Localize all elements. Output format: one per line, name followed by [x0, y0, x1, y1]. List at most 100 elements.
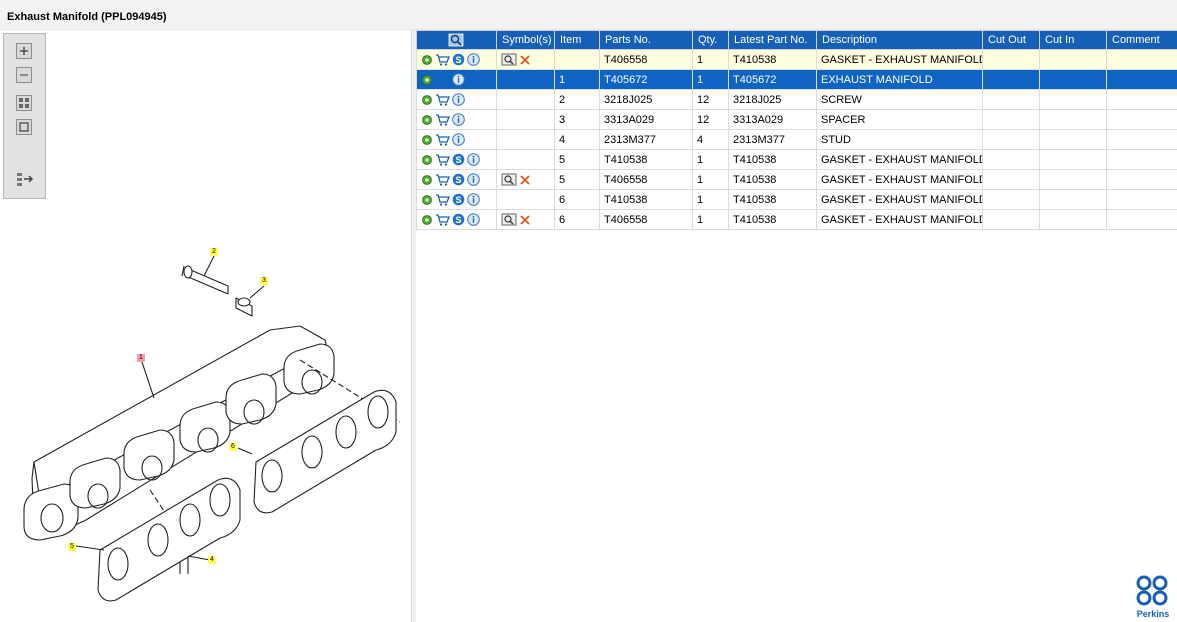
column-header-tools[interactable] [416, 30, 497, 50]
row-symbols [496, 89, 555, 110]
table-row[interactable]: 1 T405672 1 T405672 EXHAUST MANIFOLD [416, 69, 1177, 90]
info-icon[interactable] [452, 133, 465, 146]
gear-icon[interactable] [421, 114, 433, 126]
cart-icon[interactable] [435, 213, 450, 226]
table-row[interactable]: S 5 T406558 1 T410538 GASKET - EXHAUST MANIFO… [416, 169, 1177, 190]
gear-icon[interactable] [421, 94, 433, 106]
cell-item: 3 [554, 109, 600, 130]
cell-cut-in [1039, 69, 1107, 90]
row-symbols [496, 49, 555, 70]
supersession-icon[interactable]: S [452, 193, 465, 206]
cart-icon[interactable] [435, 133, 450, 146]
supersession-icon[interactable]: S [452, 173, 465, 186]
callout-5[interactable]: 5 [68, 543, 76, 551]
callout-1[interactable]: 1 [137, 354, 145, 362]
cart-icon[interactable] [435, 193, 450, 206]
info-icon[interactable] [467, 213, 480, 226]
callout-4[interactable]: 4 [208, 556, 216, 564]
callout-6[interactable]: 6 [229, 443, 237, 451]
window-title: Exhaust Manifold (PPL094945) [7, 11, 167, 23]
gear-icon[interactable] [421, 194, 433, 206]
cell-cut-in [1039, 189, 1107, 210]
row-tools [416, 69, 497, 90]
cell-qty: 1 [692, 189, 729, 210]
info-icon[interactable] [452, 113, 465, 126]
table-row[interactable]: S 6 T410538 1 T410538 GASKET - EXHAUST MANIFO… [416, 189, 1177, 210]
info-icon[interactable] [467, 153, 480, 166]
cell-qty: 1 [692, 209, 729, 230]
cell-qty: 12 [692, 89, 729, 110]
viewer-icon[interactable] [501, 213, 517, 226]
callout-3[interactable]: 3 [260, 277, 268, 285]
callout-2[interactable]: 2 [210, 248, 218, 256]
supersession-icon[interactable]: S [452, 213, 465, 226]
row-tools: S [416, 189, 497, 210]
viewer-icon[interactable] [501, 53, 517, 66]
gear-icon[interactable] [421, 54, 433, 66]
row-tools [416, 89, 497, 110]
cell-latest-part-no: T410538 [728, 149, 817, 170]
cell-description: GASKET - EXHAUST MANIFOLD [816, 169, 983, 190]
table-row[interactable]: S 5 T410538 1 T410538 GASKET - EXHAUST MANIFO… [416, 149, 1177, 170]
table-row[interactable]: 4 2313M377 4 2313M377 STUD [416, 129, 1177, 150]
cart-icon[interactable] [435, 73, 450, 86]
close-icon[interactable] [519, 54, 531, 66]
cell-part-no: T405672 [599, 69, 693, 90]
cell-cut-out [982, 109, 1040, 130]
gear-icon[interactable] [421, 154, 433, 166]
supersession-icon[interactable]: S [452, 53, 465, 66]
row-symbols [496, 109, 555, 130]
supersession-icon[interactable]: S [452, 153, 465, 166]
cell-cut-in [1039, 109, 1107, 130]
info-icon[interactable] [452, 73, 465, 86]
column-header-cut-in[interactable]: Cut In [1039, 30, 1107, 50]
cart-icon[interactable] [435, 53, 450, 66]
table-row[interactable]: S T406558 1 T410538 GASKET - EXHAUST MANIFOL… [416, 49, 1177, 70]
cell-latest-part-no: T410538 [728, 209, 817, 230]
gear-icon[interactable] [421, 174, 433, 186]
cell-cut-in [1039, 209, 1107, 230]
cart-icon[interactable] [435, 173, 450, 186]
info-icon[interactable] [467, 193, 480, 206]
row-tools: S [416, 49, 497, 70]
gear-icon[interactable] [421, 74, 433, 86]
close-icon[interactable] [519, 214, 531, 226]
gear-icon[interactable] [421, 134, 433, 146]
column-header-parts-no[interactable]: Parts No. [599, 30, 693, 50]
info-icon[interactable] [467, 53, 480, 66]
column-header-item[interactable]: Item [554, 30, 600, 50]
cell-qty: 1 [692, 169, 729, 190]
viewer-icon[interactable] [501, 173, 517, 186]
column-header-qty[interactable]: Qty. [692, 30, 729, 50]
column-header-latest-part-no[interactable]: Latest Part No. [728, 30, 817, 50]
cell-qty: 12 [692, 109, 729, 130]
info-icon[interactable] [452, 93, 465, 106]
cart-icon[interactable] [435, 93, 450, 106]
cell-comment [1106, 189, 1177, 210]
column-header-comment[interactable]: Comment [1106, 30, 1177, 50]
cell-comment [1106, 69, 1177, 90]
parts-table: Symbol(s) Item Parts No. Qty. Latest Par… [416, 30, 1177, 230]
cell-item: 1 [554, 69, 600, 90]
cell-comment [1106, 149, 1177, 170]
close-icon[interactable] [519, 174, 531, 186]
cell-description: STUD [816, 129, 983, 150]
cell-qty: 1 [692, 69, 729, 90]
table-row[interactable]: 3 3313A029 12 3313A029 SPACER [416, 109, 1177, 130]
cell-comment [1106, 209, 1177, 230]
cell-cut-out [982, 209, 1040, 230]
parts-list-pane: Symbol(s) Item Parts No. Qty. Latest Par… [416, 30, 1177, 622]
column-header-description[interactable]: Description [816, 30, 983, 50]
column-header-cut-out[interactable]: Cut Out [982, 30, 1040, 50]
cell-cut-out [982, 49, 1040, 70]
gear-icon[interactable] [421, 214, 433, 226]
cell-cut-out [982, 189, 1040, 210]
cart-icon[interactable] [435, 153, 450, 166]
info-icon[interactable] [467, 173, 480, 186]
table-row[interactable]: 2 3218J025 12 3218J025 SCREW [416, 89, 1177, 110]
svg-text:S: S [455, 55, 461, 65]
column-header-symbols[interactable]: Symbol(s) [496, 30, 555, 50]
table-row[interactable]: S 6 T406558 1 T410538 GASKET - EXHAUST MANIFO… [416, 209, 1177, 230]
cart-icon[interactable] [435, 113, 450, 126]
cell-latest-part-no: T410538 [728, 189, 817, 210]
